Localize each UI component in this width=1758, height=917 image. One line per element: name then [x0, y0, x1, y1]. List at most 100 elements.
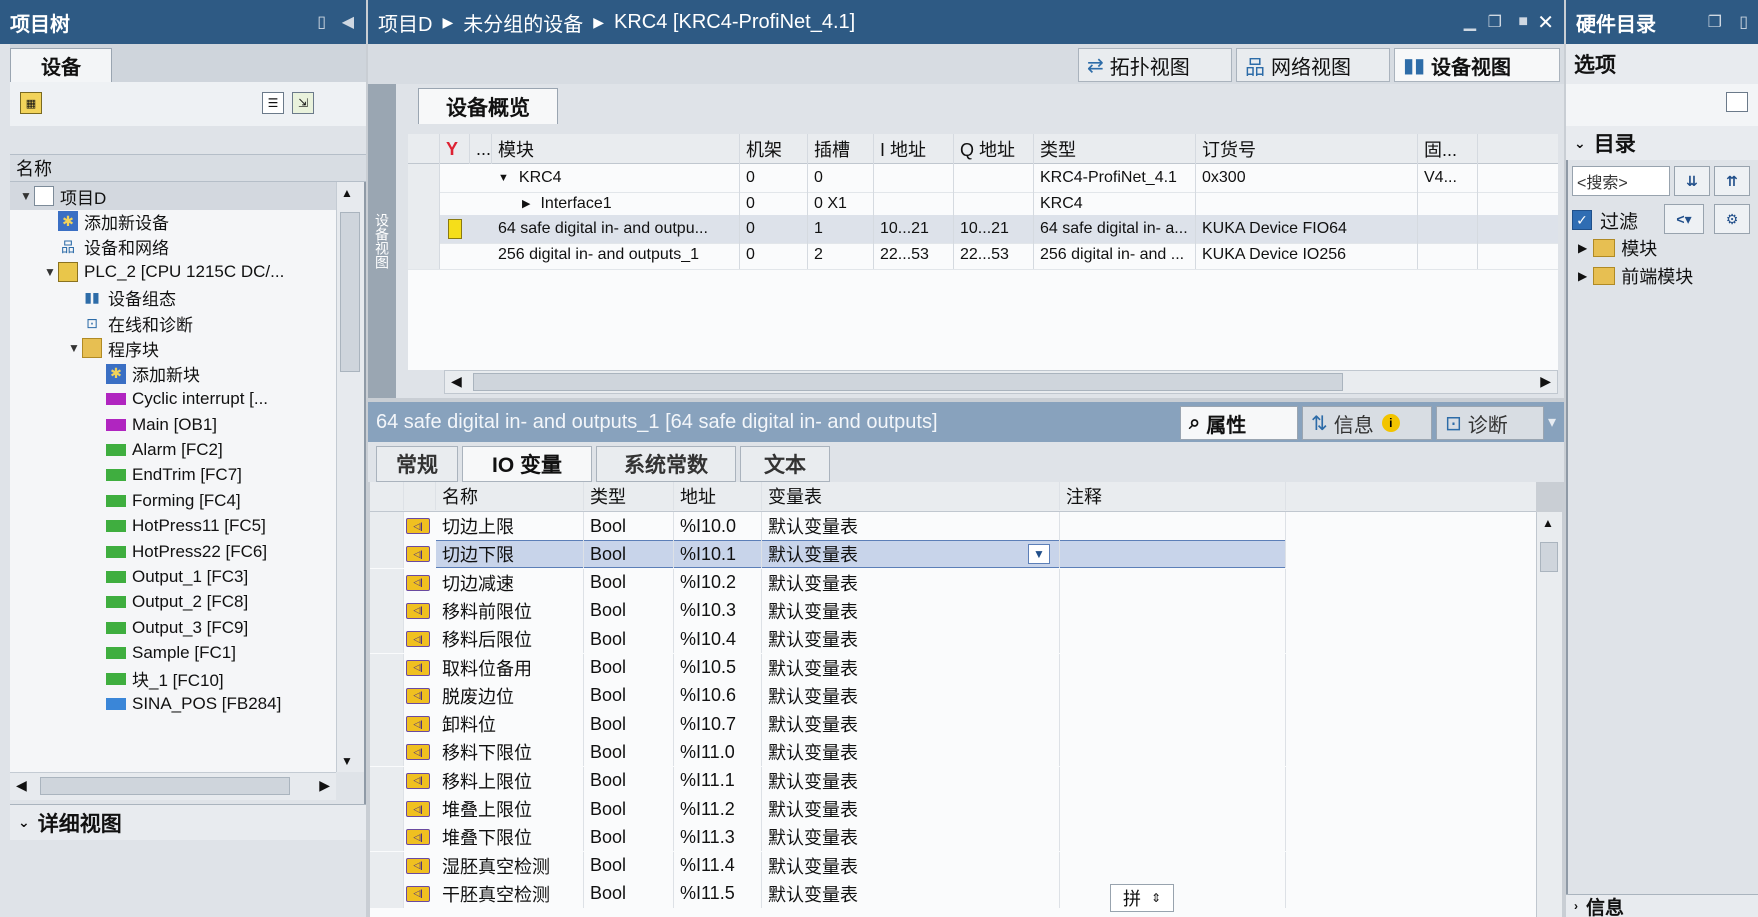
- io-cell-comment[interactable]: [1060, 540, 1286, 569]
- col-address[interactable]: 地址: [674, 482, 762, 510]
- info-section-header[interactable]: › 信息: [1566, 894, 1758, 917]
- row-header[interactable]: [370, 738, 404, 767]
- io-cell-name[interactable]: 移料前限位: [436, 596, 584, 625]
- io-cell-type[interactable]: Bool: [584, 625, 674, 654]
- io-cell-comment[interactable]: [1060, 738, 1286, 767]
- io-cell-name[interactable]: 移料后限位: [436, 625, 584, 654]
- col-rack[interactable]: 机架: [740, 134, 808, 164]
- tab-network-view[interactable]: 品 网络视图: [1236, 48, 1390, 82]
- filter-icon[interactable]: Y: [440, 134, 470, 164]
- io-tag-row[interactable]: ◁| 切边下限 Bool %I10.1 默认变量表 ▼: [370, 540, 1536, 569]
- tree-item[interactable]: Cyclic interrupt [...: [10, 385, 336, 413]
- io-tag-row[interactable]: ◁| 切边上限 Bool %I10.0 默认变量表: [370, 512, 1536, 541]
- io-cell-comment[interactable]: [1060, 823, 1286, 852]
- search-down-icon[interactable]: ⇊: [1674, 166, 1710, 196]
- io-cell-addr[interactable]: %I10.4: [674, 625, 762, 654]
- overview-cell-order[interactable]: KUKA Device FIO64: [1196, 215, 1418, 244]
- io-cell-table[interactable]: 默认变量表: [762, 625, 1060, 654]
- overview-cell-fw[interactable]: [1418, 240, 1478, 269]
- io-cell-table[interactable]: 默认变量表: [762, 540, 1060, 569]
- options-window-icon[interactable]: [1726, 92, 1748, 112]
- io-cell-addr[interactable]: %I11.3: [674, 823, 762, 852]
- io-cell-name[interactable]: 干胚真空检测: [436, 879, 584, 908]
- row-header[interactable]: [370, 540, 404, 569]
- overview-cell-i_addr[interactable]: [874, 189, 954, 218]
- overview-cell-fw[interactable]: [1418, 189, 1478, 218]
- io-cell-table[interactable]: 默认变量表: [762, 851, 1060, 880]
- overview-cell-order[interactable]: [1196, 189, 1418, 218]
- header-more[interactable]: ...: [470, 134, 492, 164]
- row-header[interactable]: [370, 625, 404, 654]
- io-cell-addr[interactable]: %I11.5: [674, 879, 762, 908]
- row-header[interactable]: [370, 512, 404, 540]
- io-cell-addr[interactable]: %I10.1: [674, 540, 762, 569]
- io-cell-comment[interactable]: [1060, 851, 1286, 880]
- tree-item[interactable]: EndTrim [FC7]: [10, 461, 336, 489]
- io-cell-name[interactable]: 切边减速: [436, 568, 584, 597]
- io-tag-row[interactable]: ◁| 移料上限位 Bool %I11.1 默认变量表: [370, 766, 1536, 796]
- row-header[interactable]: [370, 879, 404, 908]
- scroll-thumb[interactable]: [1540, 542, 1558, 572]
- scroll-down-icon[interactable]: ▼: [341, 754, 353, 768]
- tree-item[interactable]: ✱ 添加新设备: [10, 207, 336, 235]
- io-cell-addr[interactable]: %I10.5: [674, 653, 762, 682]
- col-firmware[interactable]: 固...: [1418, 134, 1478, 164]
- collapse-icon[interactable]: ▼: [66, 341, 82, 355]
- table-view-icon[interactable]: ☰: [262, 92, 284, 114]
- row-header[interactable]: [370, 653, 404, 682]
- overview-cell-slot[interactable]: 2: [808, 240, 874, 269]
- scroll-thumb[interactable]: [340, 212, 360, 372]
- io-cell-name[interactable]: 切边上限: [436, 512, 584, 540]
- overview-row[interactable]: 256 digital in- and outputs_1 0 2 22...53 22…: [408, 240, 1558, 270]
- io-cell-table[interactable]: 默认变量表: [762, 681, 1060, 710]
- io-cell-comment[interactable]: [1060, 625, 1286, 654]
- catalog-item-modules[interactable]: ▶ 模块: [1578, 234, 1657, 262]
- subtab-system-constants[interactable]: 系统常数: [596, 446, 736, 482]
- row-header[interactable]: [408, 164, 440, 192]
- tree-item[interactable]: SINA_POS [FB284]: [10, 690, 336, 718]
- tree-item[interactable]: Output_1 [FC3]: [10, 563, 336, 591]
- io-tag-row[interactable]: ◁| 移料后限位 Bool %I10.4 默认变量表: [370, 625, 1536, 654]
- col-order-number[interactable]: 订货号: [1196, 134, 1418, 164]
- minimize-icon[interactable]: ▁: [1464, 12, 1476, 32]
- tree-item[interactable]: ▼ 程序块: [10, 334, 336, 362]
- tree-item[interactable]: ⊡ 在线和诊断: [10, 309, 336, 337]
- overview-cell-i_addr[interactable]: [874, 164, 954, 192]
- tab-properties[interactable]: ⌕ 属性: [1180, 406, 1298, 440]
- overview-cell-order[interactable]: 0x300: [1196, 164, 1418, 192]
- catalog-settings-icon[interactable]: ⚙: [1714, 204, 1750, 234]
- breadcrumb-project[interactable]: 项目D: [378, 8, 432, 37]
- scroll-right-icon[interactable]: ▶: [319, 777, 330, 794]
- row-header[interactable]: [370, 681, 404, 710]
- catalog-item-head-modules[interactable]: ▶ 前端模块: [1578, 262, 1693, 290]
- overview-cell-module[interactable]: 64 safe digital in- and outpu...: [492, 215, 740, 244]
- col-name[interactable]: 名称: [436, 482, 584, 510]
- filter-checkbox[interactable]: ✓ 过滤: [1572, 206, 1638, 234]
- io-cell-addr[interactable]: %I10.7: [674, 710, 762, 739]
- io-cell-addr[interactable]: %I11.1: [674, 766, 762, 795]
- scroll-up-icon[interactable]: ▲: [341, 186, 353, 200]
- tab-device-overview[interactable]: 设备概览: [418, 88, 558, 124]
- tree-item[interactable]: Alarm [FC2]: [10, 436, 336, 464]
- tab-diagnostics[interactable]: ⊡ 诊断: [1436, 406, 1544, 440]
- tree-item[interactable]: 块_1 [FC10]: [10, 665, 336, 693]
- col-type[interactable]: 类型: [1034, 134, 1196, 164]
- tree-item[interactable]: 品设备和网络: [10, 233, 336, 261]
- subtab-io-tags[interactable]: IO 变量: [462, 446, 592, 482]
- col-type[interactable]: 类型: [584, 482, 674, 510]
- filter-profile-select[interactable]: <▾: [1664, 204, 1704, 234]
- close-icon[interactable]: ✕: [1537, 10, 1554, 35]
- restore-icon[interactable]: ❐: [1488, 12, 1502, 32]
- io-cell-table[interactable]: 默认变量表: [762, 512, 1060, 540]
- overview-cell-i_addr[interactable]: 22...53: [874, 240, 954, 269]
- tree-horizontal-scrollbar[interactable]: ◀ ▶: [10, 772, 336, 800]
- row-header[interactable]: [370, 596, 404, 625]
- pin-icon[interactable]: ▯: [1739, 12, 1748, 32]
- col-q-address[interactable]: Q 地址: [954, 134, 1034, 164]
- io-tag-row[interactable]: ◁| 移料下限位 Bool %I11.0 默认变量表: [370, 738, 1536, 767]
- io-cell-name[interactable]: 脱废边位: [436, 681, 584, 710]
- row-header[interactable]: [408, 240, 440, 269]
- io-cell-addr[interactable]: %I10.3: [674, 596, 762, 625]
- io-cell-table[interactable]: 默认变量表: [762, 795, 1060, 823]
- catalog-search-input[interactable]: <搜索>: [1572, 166, 1670, 196]
